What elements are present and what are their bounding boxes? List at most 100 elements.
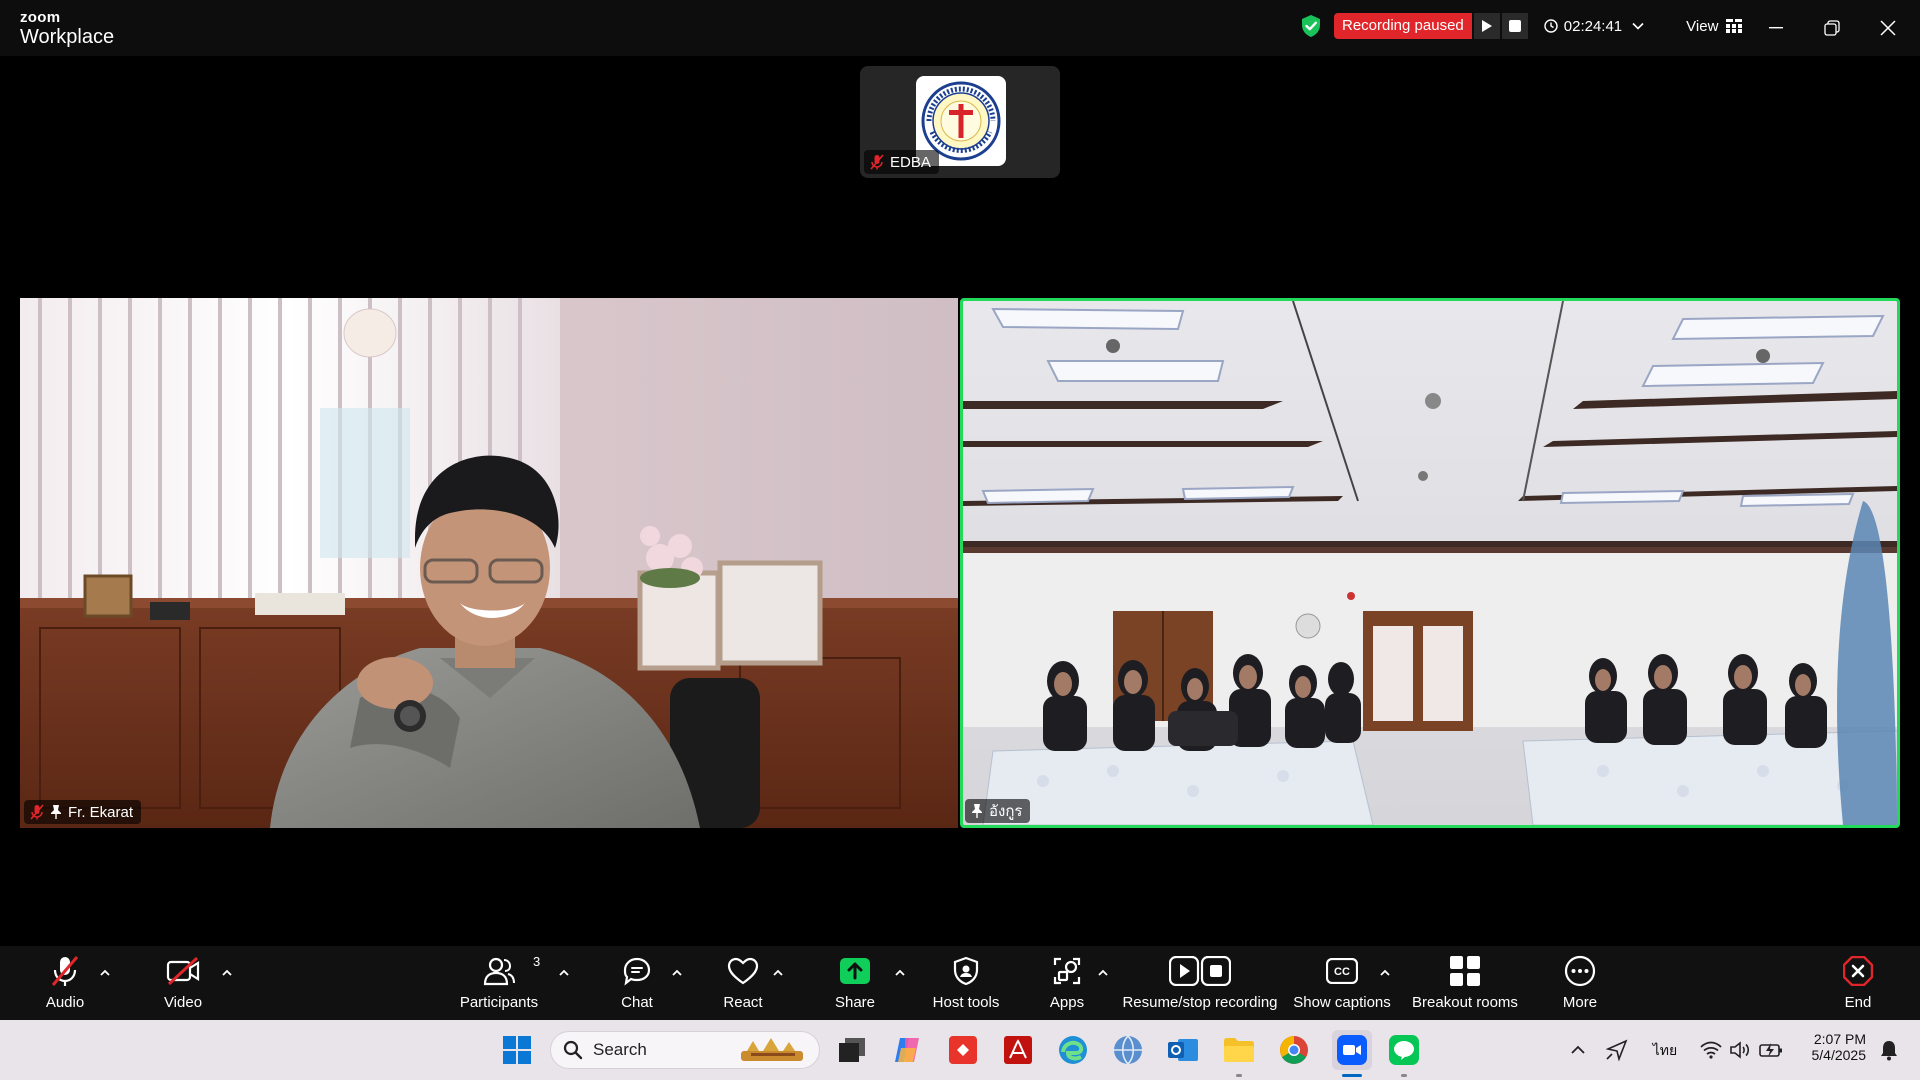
- close-icon: [1880, 20, 1896, 36]
- participants-count-badge: 3: [533, 954, 541, 969]
- host-tools-button[interactable]: Host tools: [930, 954, 1002, 1014]
- notifications-button[interactable]: [1874, 1034, 1904, 1066]
- brand-zoom-text: zoom: [20, 9, 61, 26]
- clock-date: 5/4/2025: [1811, 1047, 1867, 1063]
- meeting-timer[interactable]: 02:24:41: [1544, 18, 1650, 35]
- globe-icon: [1114, 1035, 1142, 1065]
- task-view-button[interactable]: [836, 1034, 868, 1066]
- video-feed-office: [20, 298, 958, 828]
- timer-value: 02:24:41: [1563, 17, 1623, 35]
- chat-options-caret-icon[interactable]: [670, 966, 684, 980]
- resume-stop-recording-label: Resume/stop recording: [1122, 994, 1278, 1011]
- outlook-app-icon[interactable]: [1167, 1034, 1199, 1066]
- participants-button[interactable]: 3 Participants: [455, 954, 543, 1014]
- remote-desktop-icon: [949, 1036, 977, 1064]
- restore-button[interactable]: [1818, 14, 1846, 42]
- share-button[interactable]: Share: [830, 954, 880, 1014]
- chat-button[interactable]: Chat: [612, 954, 662, 1014]
- taskbar-clock[interactable]: 2:07 PM 5/4/2025: [1786, 1031, 1867, 1063]
- input-language-indicator[interactable]: ไทย: [1648, 1040, 1682, 1062]
- thumbnail-name-text: EDBA: [890, 153, 931, 171]
- apps-icon: [1053, 957, 1081, 985]
- show-captions-label: Show captions: [1293, 994, 1391, 1011]
- resume-stop-recording-button[interactable]: Resume/stop recording: [1120, 954, 1280, 1014]
- recording-controls: Recording paused 02:24:41 View: [1300, 12, 1743, 40]
- battery-tray-icon[interactable]: [1757, 1034, 1785, 1066]
- view-button[interactable]: View: [1686, 17, 1743, 35]
- audio-label: Audio: [45, 994, 85, 1011]
- encryption-shield-icon[interactable]: [1300, 14, 1322, 38]
- tile-name-active-speaker: อังกูร: [989, 803, 1023, 820]
- start-button[interactable]: [501, 1034, 533, 1066]
- pin-icon: [972, 804, 982, 818]
- chevron-up-icon: [1571, 1045, 1585, 1054]
- audio-options-caret-icon[interactable]: [98, 966, 112, 980]
- line-app-icon[interactable]: [1388, 1034, 1420, 1066]
- pin-icon: [51, 805, 61, 819]
- video-tile-active-speaker[interactable]: อังกูร: [960, 298, 1900, 828]
- chevron-down-icon[interactable]: [1632, 22, 1644, 30]
- video-options-caret-icon[interactable]: [220, 966, 234, 980]
- adobe-acrobat-app-icon[interactable]: [1002, 1034, 1034, 1066]
- network-globe-app-icon[interactable]: [1112, 1034, 1144, 1066]
- edge-browser-app-icon[interactable]: [1057, 1034, 1089, 1066]
- close-button[interactable]: [1874, 14, 1902, 42]
- video-tile-ekarat[interactable]: Fr. Ekarat: [20, 298, 958, 828]
- wifi-tray-icon[interactable]: [1698, 1034, 1724, 1066]
- restore-icon: [1824, 20, 1840, 36]
- participants-label: Participants: [459, 994, 539, 1011]
- breakout-rooms-button[interactable]: Breakout rooms: [1410, 954, 1520, 1014]
- video-button[interactable]: Video: [158, 954, 208, 1014]
- tile-name-tag-active-speaker: อังกูร: [965, 799, 1031, 823]
- react-options-caret-icon[interactable]: [771, 966, 785, 980]
- apps-label: Apps: [1049, 994, 1085, 1011]
- audio-button[interactable]: Audio: [40, 954, 90, 1014]
- zoom-app-icon[interactable]: [1332, 1030, 1372, 1070]
- show-hidden-icons-button[interactable]: [1563, 1034, 1593, 1066]
- shield-icon: [953, 956, 979, 986]
- participants-options-caret-icon[interactable]: [557, 966, 571, 980]
- copilot-app-icon[interactable]: [891, 1034, 923, 1066]
- play-icon: [1481, 20, 1492, 32]
- chrome-browser-app-icon[interactable]: [1278, 1034, 1310, 1066]
- participant-thumbnail[interactable]: EDBA: [860, 66, 1060, 178]
- resume-recording-button[interactable]: [1473, 13, 1500, 39]
- more-button[interactable]: More: [1560, 954, 1600, 1014]
- chat-label: Chat: [621, 994, 653, 1011]
- show-captions-button[interactable]: CC Show captions: [1292, 954, 1392, 1014]
- volume-tray-icon[interactable]: [1727, 1034, 1753, 1066]
- apps-button[interactable]: Apps: [1042, 954, 1092, 1014]
- taskbar-search-box[interactable]: Search: [550, 1031, 820, 1069]
- end-label: End: [1844, 994, 1872, 1011]
- recording-status-badge: Recording paused: [1334, 13, 1472, 39]
- grid-view-icon: [1726, 19, 1743, 33]
- file-explorer-app-icon[interactable]: [1223, 1034, 1255, 1066]
- windows-logo-icon: [503, 1036, 531, 1064]
- end-meeting-button[interactable]: End: [1838, 954, 1878, 1014]
- zoom-active-indicator: [1342, 1074, 1362, 1077]
- bell-icon: [1881, 1041, 1897, 1061]
- share-options-caret-icon[interactable]: [893, 966, 907, 980]
- clock-icon: [1544, 19, 1558, 33]
- stop-recording-button[interactable]: [1501, 13, 1528, 39]
- search-icon: [563, 1040, 583, 1060]
- anydesk-app-icon[interactable]: [947, 1034, 979, 1066]
- apps-options-caret-icon[interactable]: [1096, 966, 1110, 980]
- view-label: View: [1686, 17, 1719, 35]
- location-tray-icon[interactable]: [1602, 1034, 1632, 1066]
- minimize-icon: [1769, 27, 1783, 29]
- closed-captions-icon: CC: [1326, 958, 1358, 984]
- pdf-icon: [1004, 1036, 1032, 1064]
- minimize-button[interactable]: [1762, 14, 1790, 42]
- muted-mic-icon: [30, 804, 44, 820]
- react-button[interactable]: React: [718, 954, 768, 1014]
- host-tools-label: Host tools: [932, 994, 1000, 1011]
- outlook-icon: [1168, 1039, 1198, 1061]
- captions-options-caret-icon[interactable]: [1378, 966, 1392, 980]
- speaker-icon: [1730, 1041, 1750, 1059]
- windows-taskbar: Search ไทย 2:07 PM 5/4/2025: [0, 1020, 1920, 1080]
- breakout-rooms-icon: [1450, 956, 1480, 986]
- location-arrow-icon: [1606, 1039, 1628, 1061]
- heart-icon: [727, 957, 759, 985]
- video-feed-conference-room: [963, 301, 1897, 825]
